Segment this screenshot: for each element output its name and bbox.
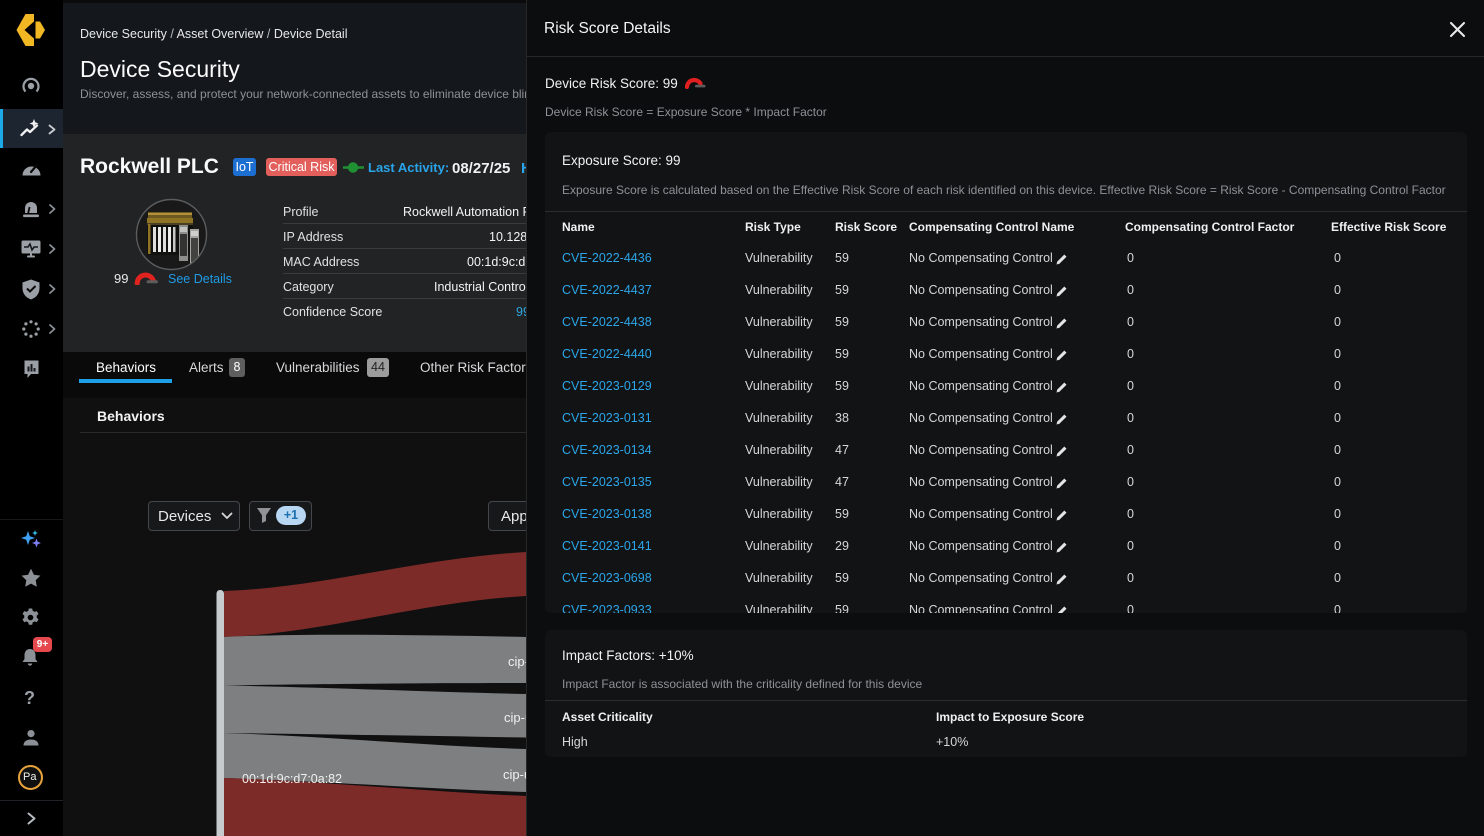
svg-text:00:1d:9c:d7:0a:82: 00:1d:9c:d7:0a:82	[242, 772, 342, 786]
